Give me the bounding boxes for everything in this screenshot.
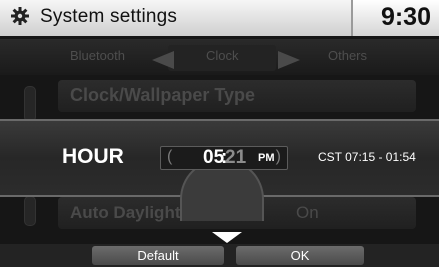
header-bar: System settings 9:30	[0, 0, 439, 36]
default-button[interactable]: Default	[92, 246, 224, 265]
system-settings-screen: System settings 9:30 Bluetooth Clock Oth…	[0, 0, 439, 267]
hour-adjust-bar: HOUR ( 05 : 21 PM ) CST 07:15 - 01:54	[0, 119, 439, 221]
clock-display: 9:30	[351, 0, 439, 36]
time-ampm: PM	[258, 152, 275, 164]
page-title: System settings	[40, 6, 178, 27]
list-item-clock-wallpaper-type[interactable]: Clock/Wallpaper Type	[58, 80, 416, 112]
list-item-label: Auto Daylight	[70, 203, 181, 222]
hour-label: HOUR	[62, 145, 124, 168]
list-item-value: On	[296, 203, 319, 222]
gear-icon	[11, 7, 29, 25]
bottom-bar: Default OK	[0, 244, 439, 267]
adjust-left-icon[interactable]: (	[167, 148, 172, 166]
ok-button[interactable]: OK	[236, 246, 364, 265]
scroll-down-arrow-icon[interactable]	[212, 232, 242, 243]
list-item-label: Clock/Wallpaper Type	[70, 85, 256, 105]
timezone-text: CST 07:15 - 01:54	[318, 150, 416, 164]
time-adjust-field[interactable]: ( 05 : 21 PM )	[160, 146, 288, 170]
scrollbar-top	[24, 86, 36, 122]
tab-clock[interactable]: Clock	[206, 48, 239, 63]
tab-others[interactable]: Others	[328, 48, 367, 63]
tab-bluetooth[interactable]: Bluetooth	[70, 48, 125, 63]
settings-tabs: Bluetooth Clock Others	[0, 39, 439, 75]
adjust-right-icon[interactable]: )	[276, 148, 281, 166]
tab-right-arrow-icon[interactable]	[278, 51, 300, 69]
scrollbar-bottom	[24, 196, 36, 226]
tab-left-arrow-icon[interactable]	[152, 51, 174, 69]
time-minute-value: 21	[225, 147, 247, 168]
current-time: 9:30	[380, 3, 431, 31]
